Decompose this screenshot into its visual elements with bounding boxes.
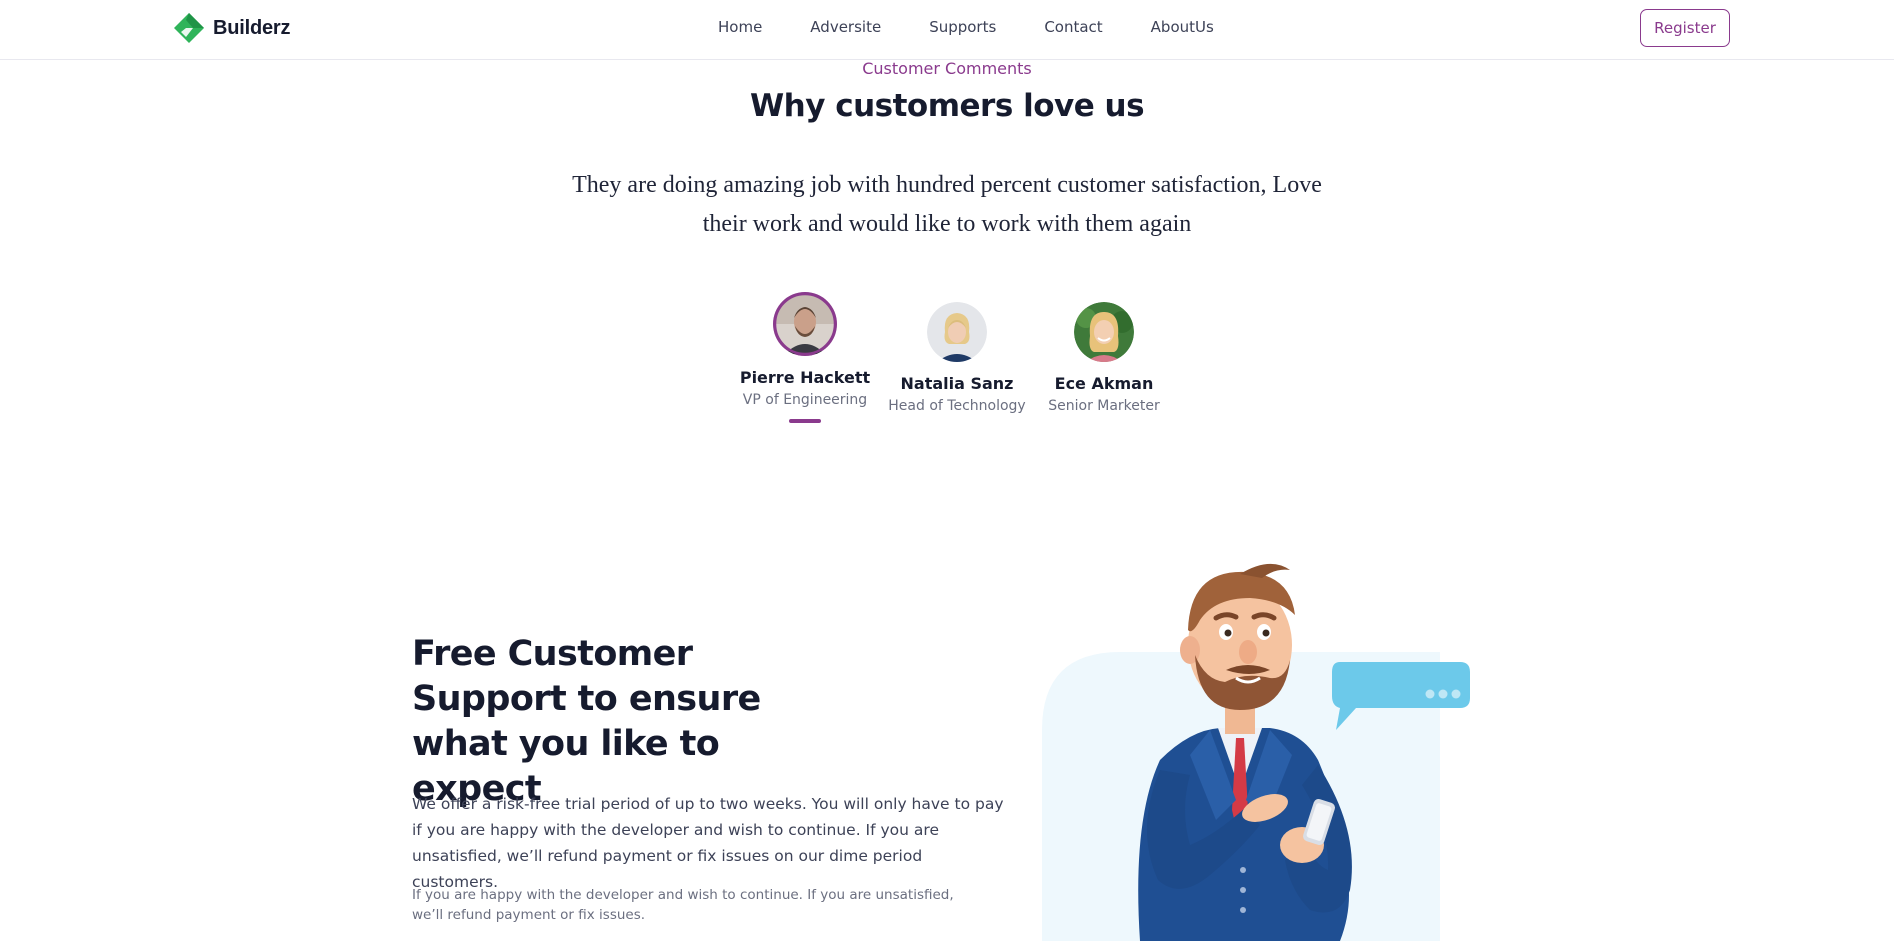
testimonial-quote: They are doing amazing job with hundred … (572, 172, 1322, 237)
testimonial-person-pierre[interactable]: Pierre Hackett VP of Engineering (730, 292, 880, 423)
support-man-illustration (1042, 563, 1470, 941)
main-nav: Home Adversite Supports Contact AboutUs (718, 18, 1214, 36)
active-indicator (789, 419, 821, 423)
brand-name: Builderz (213, 16, 291, 39)
person-name: Pierre Hackett (739, 368, 871, 387)
brand-logo[interactable]: Builderz (173, 12, 290, 44)
person-name: Ece Akman (1054, 374, 1154, 393)
support-note: If you are happy with the developer and … (412, 887, 954, 923)
nav-adversite-link[interactable]: Adversite (810, 18, 881, 36)
top-navbar: Builderz Home Adversite Supports Contact… (0, 0, 1894, 60)
person-role: Head of Technology (888, 398, 1026, 414)
avatar-pierre (773, 292, 837, 356)
nav-supports-link[interactable]: Supports (929, 18, 996, 36)
section-eyebrow: Customer Comments (862, 59, 1032, 78)
builderz-logo-icon (174, 13, 204, 43)
nav-contact-link[interactable]: Contact (1044, 18, 1102, 36)
testimonial-person-ece[interactable]: Ece Akman Senior Marketer (1029, 302, 1179, 414)
person-role: Senior Marketer (1048, 398, 1160, 414)
person-name: Natalia Sanz (900, 374, 1014, 393)
avatar-natalia (927, 302, 987, 362)
register-button[interactable]: Register (1640, 9, 1730, 47)
nav-aboutus-link[interactable]: AboutUs (1151, 18, 1214, 36)
support-body: We offer a risk-free trial period of up … (412, 795, 1004, 891)
avatar-ece (1074, 302, 1134, 362)
person-role: VP of Engineering (742, 392, 868, 408)
section-title: Why customers love us (749, 88, 1145, 124)
testimonial-person-natalia[interactable]: Natalia Sanz Head of Technology (882, 302, 1032, 414)
support-title: Free Customer Support to ensure what you… (412, 634, 761, 809)
nav-home-link[interactable]: Home (718, 18, 762, 36)
